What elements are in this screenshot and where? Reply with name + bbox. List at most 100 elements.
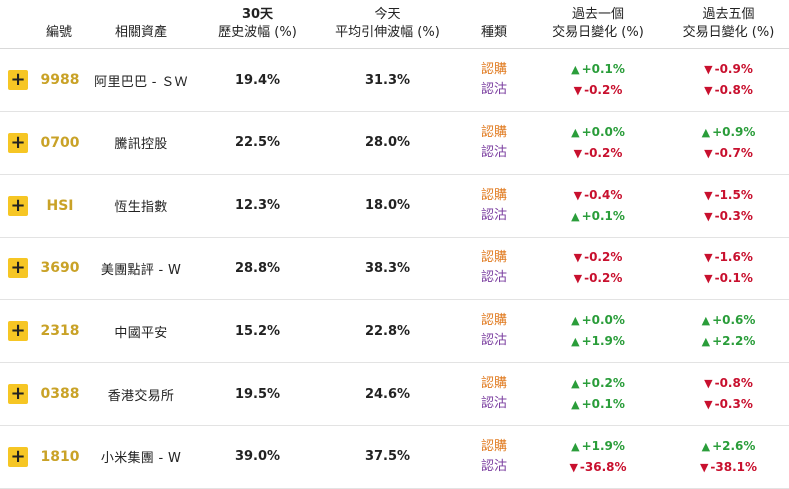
expand-cell: + — [8, 49, 30, 111]
change-text: +0.6% — [712, 313, 756, 328]
historical-volatility-cell: 28.8% — [200, 237, 315, 299]
change-text: +1.9% — [581, 438, 625, 453]
call-label: 認購 — [480, 250, 507, 266]
table-row: + 0700 騰訊控股 22.5% 28.0% 認購 認沽 ▲ +0.0% ▼ -0… — [0, 112, 789, 175]
expand-plus-button[interactable]: + — [8, 70, 28, 90]
change-value: ▲ +0.0% — [571, 310, 625, 331]
expand-plus-button[interactable]: + — [8, 384, 28, 404]
put-label: 認沽 — [480, 396, 507, 411]
expand-plus-button[interactable]: + — [8, 132, 28, 153]
call-label: 認購 — [480, 124, 507, 140]
call-label: 認購 — [480, 376, 507, 391]
type-cell: 認購 認沽 — [460, 300, 528, 362]
arrow-down-icon: ▼ — [573, 188, 583, 202]
change-value: ▲ +0.1% — [571, 394, 625, 415]
code-cell: 9988 — [38, 49, 82, 111]
type-cell: 認購 認沽 — [460, 237, 528, 299]
code-cell: 2318 — [38, 300, 82, 362]
stock-code[interactable]: 2318 — [41, 323, 80, 339]
change-text: -0.7% — [714, 145, 753, 160]
header-iv-line2: 平均引伸波幅 (%) — [335, 25, 440, 40]
call-label: 認購 — [480, 62, 507, 77]
header-code: 編號 — [38, 0, 80, 48]
implied-volatility-value: 37.5% — [364, 449, 411, 465]
change-value: ▼ -0.4% — [574, 185, 623, 206]
expand-cell: + — [8, 175, 30, 237]
expand-plus-button[interactable]: + — [8, 258, 28, 279]
change-value: ▼ -1.5% — [704, 185, 753, 206]
change-text: -0.8% — [714, 83, 753, 97]
put-label: 認沽 — [480, 82, 507, 97]
arrow-down-icon: ▼ — [573, 84, 583, 97]
arrow-up-icon: ▲ — [571, 209, 580, 223]
implied-volatility-value: 18.0% — [364, 198, 411, 214]
five-day-change-cell: ▲ +0.9% ▼ -0.7% — [668, 112, 789, 174]
asset-name: 小米集團 - W — [100, 451, 182, 467]
expand-cell: + — [8, 237, 30, 299]
implied-volatility-value: 22.8% — [364, 323, 411, 339]
change-value: ▼ -0.8% — [704, 80, 753, 101]
change-value: ▲ +0.1% — [571, 59, 625, 80]
stock-code[interactable]: HSI — [46, 198, 73, 214]
expand-plus-button[interactable]: + — [8, 446, 28, 467]
arrow-down-icon: ▼ — [704, 63, 713, 76]
one-day-change-cell: ▲ +0.2% ▲ +0.1% — [528, 363, 668, 425]
historical-volatility-value: 19.4% — [234, 72, 281, 88]
arrow-down-icon: ▼ — [699, 460, 709, 474]
change-text: -1.6% — [714, 250, 753, 265]
five-day-change-cell: ▼ -0.9% ▼ -0.8% — [668, 49, 789, 111]
code-cell: 1810 — [38, 426, 82, 488]
arrow-up-icon: ▲ — [701, 125, 711, 139]
change-text: -0.4% — [584, 187, 623, 202]
expand-plus-button[interactable]: + — [8, 321, 28, 342]
arrow-up-icon: ▲ — [571, 314, 580, 328]
change-text: +0.0% — [581, 124, 625, 139]
header-type: 種類 — [460, 0, 528, 48]
implied-volatility-value: 24.6% — [364, 386, 411, 402]
change-value: ▲ +0.2% — [571, 373, 625, 394]
change-text: -0.9% — [714, 62, 753, 76]
volatility-table: 編號 相關資產 30天 歷史波幅 (%) 今天 平均引伸波幅 (%) 種類 過去… — [0, 0, 789, 489]
stock-code[interactable]: 3690 — [41, 260, 80, 276]
change-value: ▼ -0.1% — [704, 268, 753, 289]
arrow-down-icon: ▼ — [573, 146, 583, 160]
header-five-day-change: 過去五個 交易日變化 (%) — [668, 0, 789, 48]
change-value: ▼ -0.8% — [704, 373, 753, 394]
implied-volatility-cell: 31.3% — [315, 49, 460, 111]
five-day-change-cell: ▼ -0.8% ▼ -0.3% — [668, 363, 789, 425]
arrow-down-icon: ▼ — [569, 460, 578, 474]
change-text: +2.2% — [712, 334, 756, 349]
arrow-up-icon: ▲ — [701, 314, 711, 328]
arrow-up-icon: ▲ — [571, 398, 580, 411]
change-text: -0.2% — [584, 250, 623, 265]
arrow-down-icon: ▼ — [704, 84, 713, 97]
change-text: +0.9% — [712, 124, 756, 139]
historical-volatility-value: 22.5% — [234, 135, 281, 151]
header-d5-line1: 過去五個 — [702, 7, 755, 22]
header-hv-line1: 30天 — [241, 7, 274, 22]
expand-plus-button[interactable]: + — [8, 195, 28, 216]
stock-code[interactable]: 9988 — [41, 72, 80, 88]
call-label: 認購 — [480, 313, 507, 329]
change-text: -38.1% — [710, 459, 758, 474]
type-cell: 認購 認沽 — [460, 112, 528, 174]
change-value: ▲ +0.6% — [702, 310, 756, 331]
put-label: 認沽 — [480, 207, 507, 223]
put-label: 認沽 — [480, 144, 507, 160]
stock-code[interactable]: 0388 — [41, 386, 80, 402]
call-label: 認購 — [480, 438, 507, 454]
change-value: ▼ -0.7% — [704, 143, 753, 164]
arrow-up-icon: ▲ — [571, 439, 580, 453]
change-text: -0.2% — [584, 83, 623, 97]
change-text: -0.2% — [584, 145, 623, 160]
header-asset-label: 相關資產 — [114, 25, 167, 40]
historical-volatility-value: 28.8% — [234, 260, 281, 276]
arrow-down-icon: ▼ — [704, 209, 713, 223]
stock-code[interactable]: 0700 — [41, 135, 80, 151]
asset-cell: 中國平安 — [82, 300, 200, 362]
table-header: 編號 相關資產 30天 歷史波幅 (%) 今天 平均引伸波幅 (%) 種類 過去… — [0, 0, 789, 49]
five-day-change-cell: ▼ -1.5% ▼ -0.3% — [668, 175, 789, 237]
arrow-down-icon: ▼ — [573, 272, 583, 286]
stock-code[interactable]: 1810 — [41, 449, 80, 465]
historical-volatility-value: 19.5% — [234, 386, 281, 402]
